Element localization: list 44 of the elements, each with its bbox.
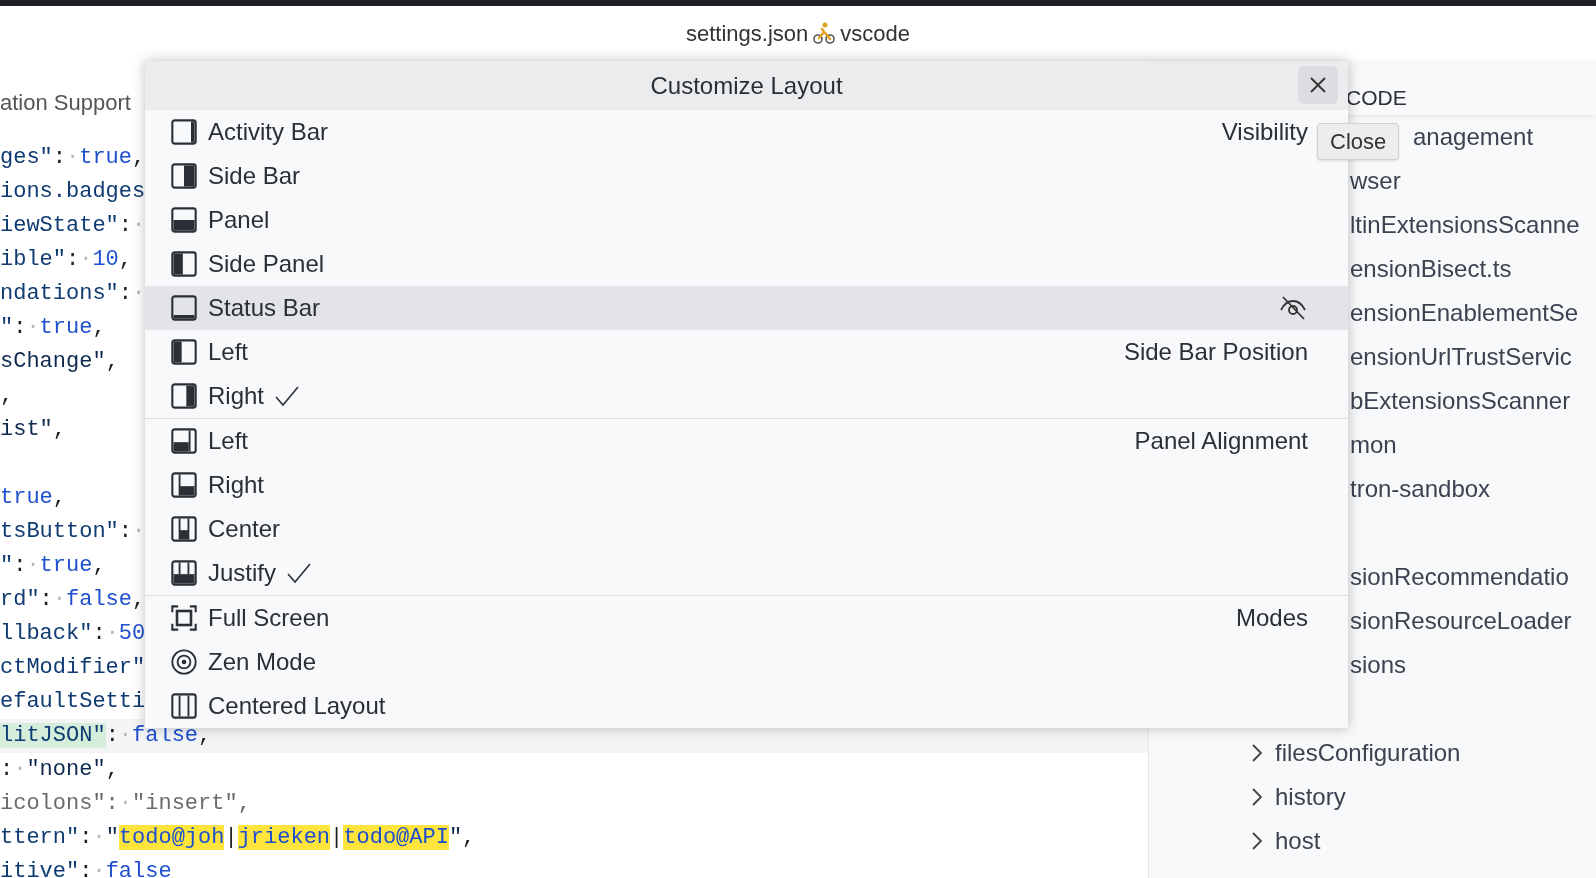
option-label: Left (208, 337, 249, 367)
code-line: ible":·10, (0, 246, 133, 274)
option-label: Zen Mode (208, 647, 317, 677)
code-line: ctModifier" (0, 654, 146, 682)
code-line: ":·true, (0, 552, 106, 580)
code-line: ttern":·"todo@joh|jrieken|todo@API", (0, 824, 476, 852)
code-line: true, (0, 484, 66, 512)
code-line: ges":·true, (0, 144, 146, 172)
code-line: ndations":· (0, 280, 146, 308)
option-label: Side Panel (208, 249, 325, 279)
section-label: Modes (1235, 603, 1308, 633)
option-label: Justify (208, 558, 276, 588)
code-line: itive":·false (0, 858, 172, 878)
code-line: sChange", (0, 348, 119, 376)
option-label: Left (208, 426, 249, 456)
code-line: litJSON":·false, (0, 722, 212, 750)
explorer-header: CODE (1346, 84, 1407, 111)
option-label: Center (208, 514, 281, 544)
code-line: ist", (0, 416, 66, 444)
option-label: Right (208, 381, 265, 411)
code-line: efaultSetti (0, 688, 146, 716)
tooltip: Close (1317, 123, 1400, 160)
option-label: Activity Bar (208, 117, 329, 147)
option-label: Panel (208, 205, 270, 235)
option-label: Status Bar (208, 293, 321, 323)
window-title: settings.json (686, 19, 809, 48)
section-label: Visibility (1221, 117, 1308, 147)
code-line: , (0, 382, 14, 410)
section-label: Side Bar Position (1123, 337, 1308, 367)
code-line: icolons":·"insert", (0, 790, 251, 818)
dialog-title: Customize Layout (650, 70, 843, 101)
section-label: Panel Alignment (1134, 426, 1308, 456)
option-label: Full Screen (208, 603, 330, 633)
code-line: rd":·false, (0, 586, 146, 614)
workspace-name: vscode (840, 19, 910, 48)
code-line: :·"none", (0, 756, 119, 784)
code-line: ":·true, (0, 314, 106, 342)
code-line: llback":·50 (0, 620, 146, 648)
code-line: ions.badges (0, 178, 146, 206)
code-line: tsButton":· (0, 518, 146, 546)
option-label: Right (208, 470, 265, 500)
code-line: iewState":· (0, 212, 146, 240)
option-label: Centered Layout (208, 691, 386, 721)
option-label: Side Bar (208, 161, 301, 191)
